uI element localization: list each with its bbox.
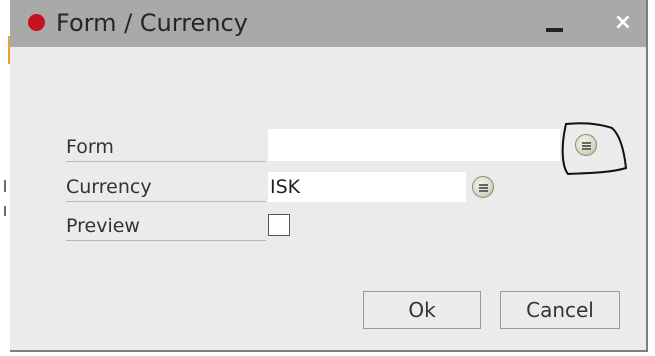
background-artifact	[4, 180, 6, 192]
preview-label: Preview	[66, 215, 266, 241]
form-lookup-icon[interactable]	[575, 134, 597, 156]
currency-lookup-icon[interactable]	[472, 176, 494, 198]
currency-label: Currency	[66, 176, 266, 202]
minimize-button[interactable]	[538, 6, 572, 40]
preview-checkbox[interactable]	[268, 214, 290, 236]
form-label: Form	[66, 136, 266, 162]
close-button[interactable]: ×	[606, 6, 640, 40]
form-currency-dialog: Form / Currency × Form Currency Preview …	[10, 0, 648, 352]
cancel-button[interactable]: Cancel	[500, 291, 620, 329]
window-status-dot-icon	[28, 14, 45, 31]
screenshot-canvas: Form / Currency × Form Currency Preview …	[0, 0, 655, 356]
currency-input[interactable]	[268, 172, 466, 202]
background-artifact	[4, 206, 6, 216]
title-bar[interactable]: Form / Currency ×	[10, 0, 646, 47]
form-input[interactable]	[268, 129, 560, 161]
minimize-icon	[546, 28, 563, 32]
window-title: Form / Currency	[56, 9, 248, 37]
ok-button[interactable]: Ok	[363, 291, 481, 329]
